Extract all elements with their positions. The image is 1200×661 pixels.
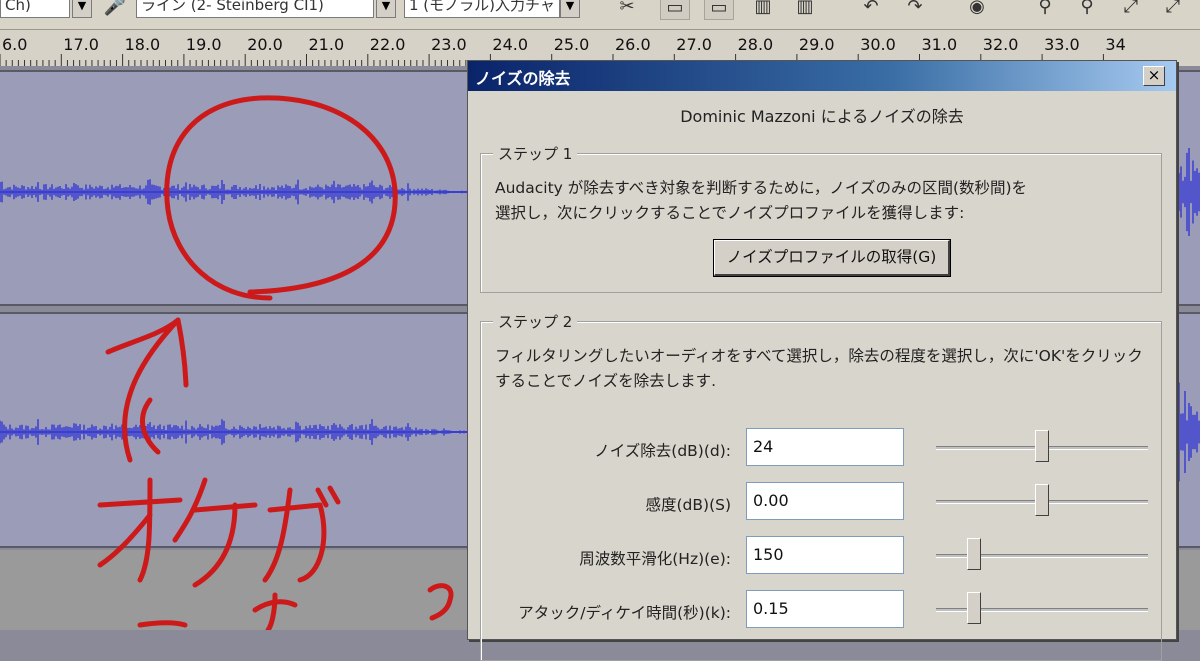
slider-thumb[interactable] [967,538,981,570]
step1-description: 選択し，次にクリックすることでノイズプロファイルを獲得します: [495,204,965,222]
annotation-text [97,477,183,583]
close-icon: × [1147,66,1161,84]
step2-group: ステップ 2 フィルタリングしたいオーディオをすべて選択し，除去の程度を選択し，… [480,311,1162,661]
dialog-title: ノイズの除去 [475,69,571,88]
step2-title: ステップ 2 [493,311,578,332]
slider-thumb[interactable] [967,592,981,624]
close-button[interactable]: × [1143,66,1165,86]
noise-removal-dialog: ノイズの除去 × Dominic Mazzoni によるノイズの除去 ステップ … [467,60,1177,661]
noise-reduction-slider[interactable] [936,430,1148,462]
frequency-smoothing-label: 周波数平滑化(Hz)(e): [579,550,731,568]
sensitivity-slider[interactable] [936,484,1148,516]
slider-thumb[interactable] [1035,484,1049,516]
sensitivity-label: 感度(dB)(S) [645,496,732,514]
frequency-smoothing-field[interactable]: 150 [746,536,904,574]
get-noise-profile-button[interactable]: ノイズプロファイルの取得(G) [713,239,951,277]
annotation-circle [164,95,398,301]
noise-reduction-label: ノイズ除去(dB)(d): [594,442,731,460]
sensitivity-field[interactable]: 0.00 [746,482,904,520]
step2-description: することでノイズを除去します. [495,372,716,390]
attack-decay-slider[interactable] [936,592,1148,624]
dialog-titlebar[interactable]: ノイズの除去 × [468,61,1176,91]
step1-group: ステップ 1 Audacity が除去すべき対象を判断するために，ノイズのみの区… [480,143,1162,293]
noise-reduction-field[interactable]: 24 [746,428,904,466]
dialog-byline: Dominic Mazzoni によるノイズの除去 [680,107,964,126]
attack-decay-field[interactable]: 0.15 [746,590,904,628]
slider-thumb[interactable] [1035,430,1049,462]
step1-title: ステップ 1 [493,143,578,164]
attack-decay-label: アタック/ディケイ時間(秒)(k): [518,604,731,622]
step1-description: Audacity が除去すべき対象を判断するために，ノイズのみの区間(数秒間)を [495,179,1028,197]
step2-description: フィルタリングしたいオーディオをすべて選択し，除去の程度を選択し，次に'OK'を… [495,347,1143,365]
frequency-smoothing-slider[interactable] [936,538,1148,570]
